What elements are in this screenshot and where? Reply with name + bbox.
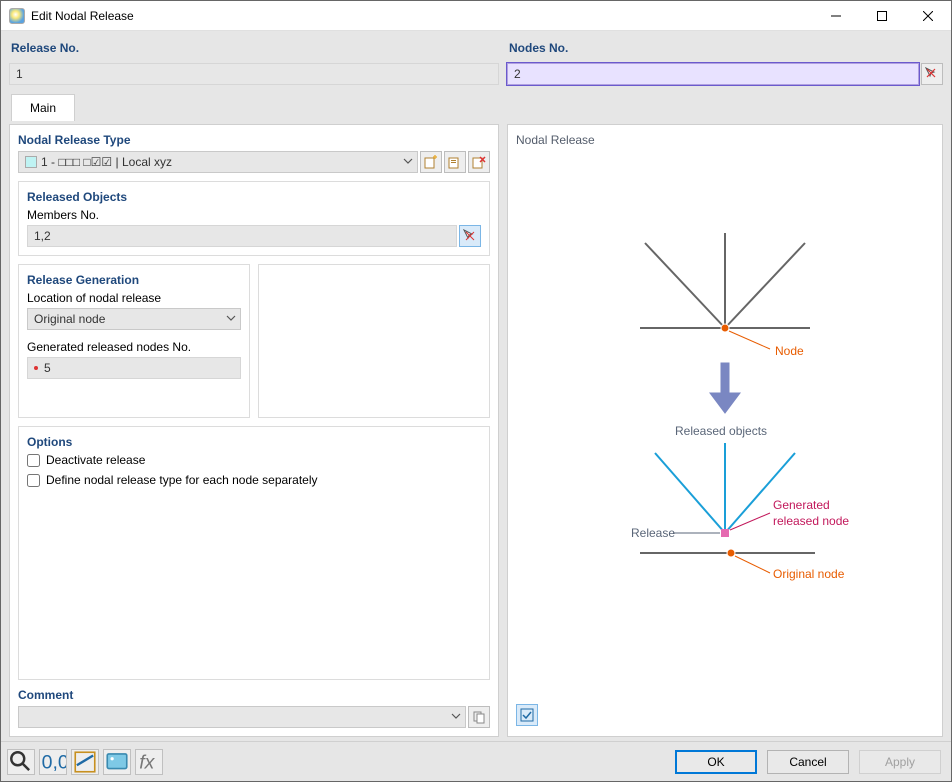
diag-generated-label1: Generated xyxy=(773,498,830,512)
type-section: Nodal Release Type 1 - □□□ □☑☑ | Local x… xyxy=(18,133,490,173)
body-row: Nodal Release Type 1 - □□□ □☑☑ | Local x… xyxy=(9,124,943,737)
footer: 0,00 fx OK Cancel Apply xyxy=(1,741,951,781)
maximize-button[interactable] xyxy=(859,1,905,31)
pernode-checkbox-row[interactable]: Define nodal release type for each node … xyxy=(27,473,481,487)
footer-preview-button[interactable] xyxy=(103,749,131,775)
apply-button[interactable]: Apply xyxy=(859,750,941,774)
type-color-swatch xyxy=(25,156,37,168)
body-right: Nodal Release Node xyxy=(507,124,943,737)
tab-row: Main xyxy=(9,93,943,120)
diag-release-label: Release xyxy=(631,526,675,540)
top-row: Release No. 1 Nodes No. 2 xyxy=(9,39,943,85)
released-section-title: Released Objects xyxy=(27,190,481,204)
options-section: Options Deactivate release Define nodal … xyxy=(18,426,490,680)
comment-copy-button[interactable] xyxy=(468,706,490,728)
chevron-down-icon xyxy=(403,155,413,169)
ok-button[interactable]: OK xyxy=(675,750,757,774)
options-section-title: Options xyxy=(27,435,481,449)
deactivate-checkbox[interactable] xyxy=(27,454,40,467)
footer-info-button[interactable] xyxy=(71,749,99,775)
type-delete-button[interactable] xyxy=(468,151,490,173)
generation-row: Release Generation Location of nodal rel… xyxy=(18,264,490,418)
minimize-button[interactable] xyxy=(813,1,859,31)
location-label: Location of nodal release xyxy=(27,291,241,305)
members-no-label: Members No. xyxy=(27,208,481,222)
titlebar: Edit Nodal Release xyxy=(1,1,951,31)
comment-combo[interactable] xyxy=(18,706,466,728)
pernode-checkbox[interactable] xyxy=(27,474,40,487)
app-icon xyxy=(9,8,25,24)
pernode-label: Define nodal release type for each node … xyxy=(46,473,318,487)
release-no-label: Release No. xyxy=(9,39,499,59)
comment-section-title: Comment xyxy=(18,688,490,702)
released-section: Released Objects Members No. 1,2 xyxy=(18,181,490,256)
deactivate-checkbox-row[interactable]: Deactivate release xyxy=(27,453,481,467)
footer-search-button[interactable] xyxy=(7,749,35,775)
generation-section: Release Generation Location of nodal rel… xyxy=(18,264,250,418)
generation-section-title: Release Generation xyxy=(27,273,241,287)
window-title: Edit Nodal Release xyxy=(31,9,813,23)
preview-title: Nodal Release xyxy=(516,133,934,147)
preview-diagram: Node Released objects xyxy=(516,151,934,704)
tab-main[interactable]: Main xyxy=(11,94,75,121)
generated-nodes-label: Generated released nodes No. xyxy=(27,340,241,354)
footer-units-button[interactable]: 0,00 xyxy=(39,749,67,775)
preview-toolbar xyxy=(516,704,934,728)
location-combo-text: Original node xyxy=(34,312,105,326)
pick-nodes-button[interactable] xyxy=(921,63,943,85)
members-no-field[interactable]: 1,2 xyxy=(27,225,457,247)
window-buttons xyxy=(813,1,951,31)
comment-section: Comment xyxy=(18,688,490,728)
diag-generated-label2: released node xyxy=(773,514,849,528)
preview-tool-button[interactable] xyxy=(516,704,538,726)
type-combo-text: 1 - □□□ □☑☑ | Local xyz xyxy=(41,155,172,169)
type-edit-button[interactable] xyxy=(444,151,466,173)
type-combo[interactable]: 1 - □□□ □☑☑ | Local xyz xyxy=(18,151,418,173)
chevron-down-icon xyxy=(451,710,461,724)
type-section-title: Nodal Release Type xyxy=(18,133,490,147)
location-combo[interactable]: Original node xyxy=(27,308,241,330)
diag-original-label: Original node xyxy=(773,567,845,581)
body-left: Nodal Release Type 1 - □□□ □☑☑ | Local x… xyxy=(9,124,499,737)
nodes-no-field[interactable]: 2 xyxy=(507,63,919,85)
diag-node-label: Node xyxy=(775,344,804,358)
svg-text:fx: fx xyxy=(139,751,155,773)
type-new-button[interactable] xyxy=(420,151,442,173)
bullet-icon xyxy=(34,366,38,370)
close-button[interactable] xyxy=(905,1,951,31)
content: Release No. 1 Nodes No. 2 Main Nodal Rel… xyxy=(1,31,951,741)
deactivate-label: Deactivate release xyxy=(46,453,145,467)
pick-members-button[interactable] xyxy=(459,225,481,247)
nodes-no-label: Nodes No. xyxy=(507,39,943,59)
diag-released-objects-label: Released objects xyxy=(675,424,767,438)
generated-nodes-field: 5 xyxy=(27,357,241,379)
chevron-down-icon xyxy=(226,312,236,326)
empty-panel xyxy=(258,264,490,418)
release-no-field[interactable]: 1 xyxy=(9,63,499,85)
generated-nodes-value: 5 xyxy=(44,361,51,375)
footer-fx-button[interactable]: fx xyxy=(135,749,163,775)
cancel-button[interactable]: Cancel xyxy=(767,750,849,774)
svg-text:0,00: 0,00 xyxy=(42,751,66,773)
